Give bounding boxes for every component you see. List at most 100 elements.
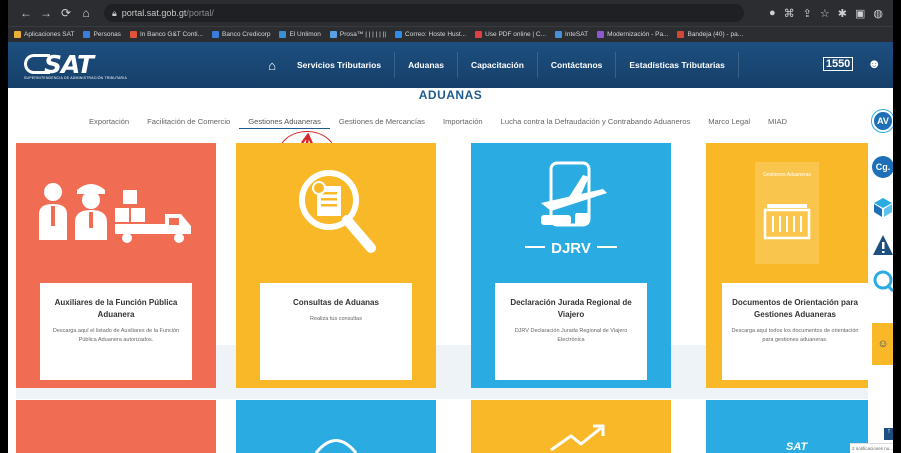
- card-title: Documentos de Orientación para Gestiones…: [732, 298, 858, 319]
- document-header-label: Gestiones Aduaneras: [763, 172, 811, 178]
- translate-icon[interactable]: ⌘: [784, 7, 795, 20]
- logo-subtitle: SUPERINTENDENCIA DE ADMINISTRACIÓN TRIBU…: [24, 76, 127, 80]
- main-nav: ⌂ Servicios Tributarios Aduanas Capacita…: [260, 52, 739, 78]
- card-row-2-a[interactable]: [16, 400, 216, 453]
- bookmark-label: Correo: Hoste Hust...: [405, 31, 467, 38]
- svg-text:SAT: SAT: [786, 441, 808, 453]
- phone-1550[interactable]: 1550: [822, 56, 854, 71]
- bookmark-item[interactable]: Use PDF online | C...: [475, 31, 546, 38]
- trend-up-icon: [550, 424, 605, 452]
- bookmark-favicon-icon: [677, 31, 685, 38]
- bookmark-item[interactable]: El Unlimon: [279, 31, 321, 38]
- bookmark-label: Prosa™ | | | | | ||: [339, 31, 387, 38]
- warning-icon[interactable]: [872, 234, 893, 256]
- sat-logo[interactable]: SAT SUPERINTENDENCIA DE ADMINISTRACIÓN T…: [22, 48, 137, 82]
- card-auxiliares[interactable]: Auxiliares de la Función Pública Aduaner…: [16, 143, 216, 388]
- card-description: DJRV Declaración Jurada Regional de Viaj…: [514, 328, 628, 343]
- bookmark-item[interactable]: Correo: Hoste Hust...: [395, 31, 466, 38]
- url-path: /portal/: [186, 8, 214, 18]
- bookmark-favicon-icon: [14, 31, 21, 38]
- card-row-2-d[interactable]: SAT: [706, 400, 868, 453]
- av-icon[interactable]: AV: [872, 110, 893, 132]
- subnav-gestiones-aduaneras[interactable]: Gestiones Aduaneras: [239, 117, 330, 129]
- sidepanel-icon[interactable]: ▣: [855, 7, 865, 20]
- bookmark-item[interactable]: In Banco G&T Conti...: [129, 31, 204, 38]
- nav-contactanos[interactable]: Contáctanos: [538, 52, 617, 78]
- profile-icon[interactable]: ●: [769, 7, 776, 20]
- chatbot-icon: ☺: [877, 338, 889, 350]
- subnav-exportacion[interactable]: Exportación: [80, 117, 138, 129]
- workers-truck-icon: [16, 143, 216, 283]
- card-documentos-orientacion[interactable]: Gestiones Aduaneras Documentos de Orient…: [706, 143, 868, 388]
- card-description: Descarga aquí todos los documentos de or…: [731, 328, 859, 343]
- magnifier-document-icon: [236, 143, 436, 283]
- card-title: Consultas de Aduanas: [293, 298, 379, 307]
- subnav-miad[interactable]: MIAD: [759, 117, 796, 129]
- account-icon[interactable]: ◍: [873, 7, 883, 20]
- home-nav-icon[interactable]: ⌂: [260, 58, 284, 73]
- card-consultas[interactable]: Consultas de Aduanas Realiza tus consult…: [236, 143, 436, 388]
- card-row-2-c[interactable]: [471, 400, 671, 453]
- lock-icon: 🔒︎: [112, 7, 117, 18]
- card-description: Realiza tus consultas: [310, 316, 362, 322]
- browser-toolbar: ← → ⟳ ⌂ 🔒︎ portal.sat.gob.gt/portal/ ● ⌘…: [8, 0, 893, 26]
- star-icon[interactable]: ☆: [820, 7, 830, 20]
- card-row-2-b[interactable]: [236, 400, 436, 453]
- bookmark-label: In Banco G&T Conti...: [139, 31, 204, 38]
- bookmark-label: Personas: [93, 31, 121, 38]
- reload-icon[interactable]: ⟳: [58, 5, 74, 21]
- card-title: Declaración Jurada Regional de Viajero: [510, 298, 632, 319]
- address-bar[interactable]: 🔒︎ portal.sat.gob.gt/portal/: [104, 4, 744, 22]
- bookmark-item[interactable]: Aplicaciones SAT: [14, 31, 74, 38]
- bookmark-item[interactable]: Banco Credicorp: [212, 31, 270, 38]
- site-header: SAT SUPERINTENDENCIA DE ADMINISTRACIÓN T…: [8, 42, 893, 88]
- djrv-travel-icon: DJRV: [471, 143, 671, 283]
- home-icon[interactable]: ⌂: [78, 5, 94, 21]
- notification-toast[interactable]: 2 notificaciones nu...: [850, 443, 893, 453]
- bookmark-item[interactable]: Personas: [83, 31, 121, 38]
- sat-logo-small-icon: SAT: [786, 441, 808, 453]
- bookmark-favicon-icon: [329, 31, 337, 38]
- forward-icon[interactable]: →: [38, 5, 54, 21]
- bookmark-item[interactable]: Modernización - Pa...: [597, 31, 668, 38]
- cg-icon[interactable]: Cg.: [872, 156, 893, 178]
- url-host: portal.sat.gob.gt: [121, 8, 187, 18]
- subnav-gestiones-mercancias[interactable]: Gestiones de Mercancías: [330, 117, 434, 129]
- subnav-lucha-defraudacion[interactable]: Lucha contra la Defraudación y Contraban…: [492, 117, 700, 129]
- bookmark-label: Use PDF online | C...: [485, 31, 547, 38]
- nav-servicios-tributarios[interactable]: Servicios Tributarios: [284, 52, 396, 78]
- chatbot-button[interactable]: ☺: [872, 323, 893, 365]
- card-djrv[interactable]: DJRV Declaración Jurada Regional de Viaj…: [471, 143, 671, 388]
- back-icon[interactable]: ←: [18, 5, 34, 21]
- subnav-importacion[interactable]: Importación: [434, 117, 492, 129]
- header-right: 1550 ☻: [822, 56, 881, 71]
- user-icon[interactable]: ☻: [867, 56, 881, 71]
- bookmark-item[interactable]: Prosa™ | | | | | ||: [329, 31, 387, 38]
- bookmark-favicon-icon: [597, 31, 605, 38]
- logo-text: SAT: [44, 50, 94, 79]
- nav-capacitacion[interactable]: Capacitación: [458, 52, 538, 78]
- subnav-facilitacion-comercio[interactable]: Facilitación de Comercio: [138, 117, 239, 129]
- scroll-top-button[interactable]: ↑: [884, 428, 893, 440]
- djrv-label: DJRV: [551, 240, 591, 257]
- bookmark-label: Modernización - Pa...: [607, 31, 669, 38]
- bookmark-favicon-icon: [395, 31, 403, 38]
- bookmark-item[interactable]: Bandeja (40) - pa...: [677, 31, 743, 38]
- card-panel: Consultas de Aduanas Realiza tus consult…: [260, 283, 412, 380]
- share-icon[interactable]: ⇪: [803, 7, 812, 20]
- card-title: Auxiliares de la Función Pública Aduaner…: [54, 298, 178, 319]
- bookmark-favicon-icon: [475, 31, 483, 38]
- nav-aduanas[interactable]: Aduanas: [395, 52, 458, 78]
- chat-bubble-icon: [314, 439, 358, 453]
- search-icon[interactable]: [872, 270, 893, 292]
- bookmark-favicon-icon: [555, 31, 563, 38]
- screen: ← → ⟳ ⌂ 🔒︎ portal.sat.gob.gt/portal/ ● ⌘…: [8, 0, 893, 453]
- nav-estadisticas-tributarias[interactable]: Estadísticas Tributarias: [616, 52, 739, 78]
- subnav-marco-legal[interactable]: Marco Legal: [699, 117, 759, 129]
- bookmark-label: Aplicaciones SAT: [24, 31, 75, 38]
- cube-icon[interactable]: [872, 196, 893, 218]
- card-panel: Documentos de Orientación para Gestiones…: [722, 283, 868, 380]
- aduanas-subnav: Exportación Facilitación de Comercio Ges…: [8, 117, 868, 129]
- extensions-icon[interactable]: ✱: [838, 7, 847, 20]
- bookmark-item[interactable]: InteSAT: [555, 31, 588, 38]
